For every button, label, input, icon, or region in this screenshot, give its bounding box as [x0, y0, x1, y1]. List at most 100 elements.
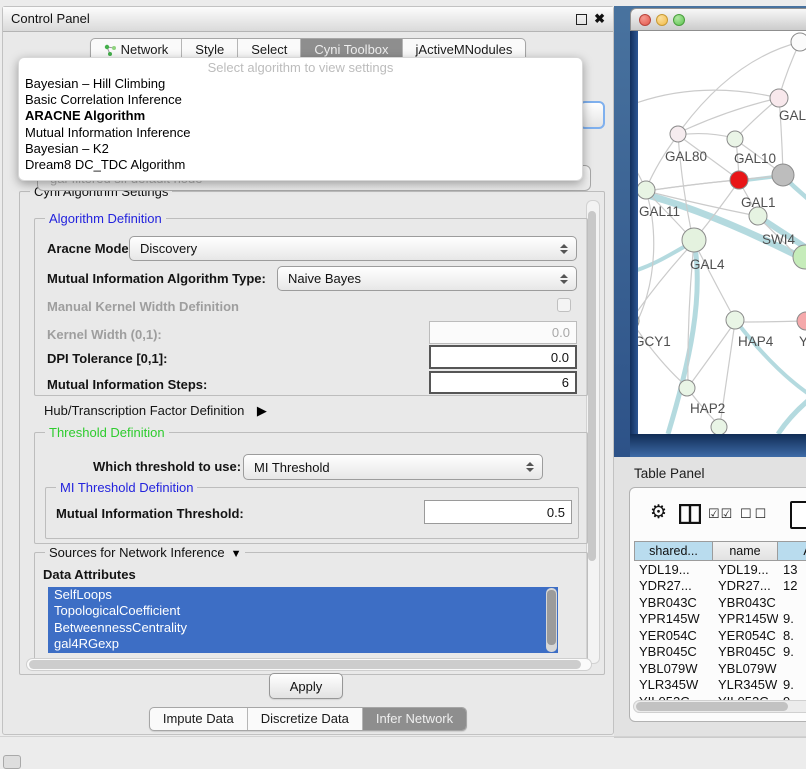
table-cell: YBR043C [634, 594, 713, 611]
network-node[interactable] [797, 312, 806, 330]
network-edge [678, 98, 779, 133]
data-attributes-label: Data Attributes [43, 567, 136, 582]
apply-button[interactable]: Apply [269, 673, 343, 699]
close-icon[interactable]: ✖ [594, 10, 605, 28]
close-traffic-light-icon[interactable] [639, 14, 651, 26]
list-vertical-scrollbar[interactable] [546, 588, 557, 652]
network-graph[interactable]: GALGAL80GAL10GAL1GAL11SWI4GAL4GCY1HAP4YH… [638, 31, 806, 434]
scrollbar-thumb[interactable] [588, 211, 596, 561]
table-row[interactable]: YBR043CYBR043C [634, 594, 806, 611]
new-table-icon[interactable] [790, 501, 806, 529]
network-node[interactable] [682, 228, 706, 252]
table-row[interactable]: YDL19...YDL19...13 [634, 561, 806, 578]
split-columns-icon[interactable] [679, 504, 701, 524]
network-edge [778, 389, 806, 434]
deselect-all-checkboxes-icon[interactable]: ☐☐ [740, 506, 769, 522]
network-node[interactable] [726, 311, 744, 329]
network-window-titlebar[interactable] [630, 8, 806, 31]
mi-steps-field[interactable]: 6 [429, 371, 577, 394]
panel-title: Control Panel [11, 7, 90, 31]
network-node[interactable] [727, 131, 743, 147]
table-cell: YBR043C [713, 594, 778, 611]
network-node[interactable] [730, 171, 748, 189]
column-header-truncated[interactable]: A [778, 541, 806, 561]
table-cell: 13 [778, 561, 806, 578]
cyni-algorithm-settings-group: Cyni Algorithm Settings Algorithm Defini… [19, 191, 605, 675]
aracne-mode-label: Aracne Mode: [47, 241, 133, 256]
tab-impute-data[interactable]: Impute Data [150, 708, 247, 730]
network-node[interactable] [772, 164, 794, 186]
network-node[interactable] [638, 312, 639, 330]
tab-infer-network[interactable]: Infer Network [362, 708, 466, 730]
mi-threshold-field[interactable]: 0.5 [424, 500, 572, 524]
expand-right-icon[interactable]: ▶ [257, 403, 267, 419]
list-item[interactable]: SelfLoops [48, 587, 558, 603]
column-header-shared-name[interactable]: shared... [634, 541, 713, 561]
select-all-checkboxes-icon[interactable]: ☑☑ [708, 506, 733, 522]
table-cell: YDR27... [634, 578, 713, 595]
network-node[interactable] [793, 245, 806, 269]
data-attributes-list[interactable]: SelfLoops TopologicalCoefficient Between… [48, 587, 558, 653]
manual-kernel-width-label: Manual Kernel Width Definition [47, 299, 239, 314]
control-panel-titlebar: Control Panel ✖ [3, 7, 613, 32]
network-node[interactable] [679, 380, 695, 396]
tab-discretize-data[interactable]: Discretize Data [247, 708, 362, 730]
network-node[interactable] [638, 181, 655, 199]
settings-horizontal-scrollbar[interactable] [26, 658, 592, 671]
collapse-down-icon[interactable]: ▼ [231, 547, 242, 562]
scrollbar-thumb[interactable] [636, 702, 788, 711]
control-panel: Control Panel ✖ Network Style Select Cyn… [2, 6, 614, 735]
mi-algorithm-type-label: Mutual Information Algorithm Type: [47, 271, 266, 286]
manual-kernel-width-checkbox[interactable] [557, 298, 571, 312]
table-cell: 9. [778, 611, 806, 628]
network-node[interactable] [711, 419, 727, 434]
minimize-traffic-light-icon[interactable] [656, 14, 668, 26]
gear-icon[interactable]: ⚙ [650, 503, 667, 523]
network-node[interactable] [670, 126, 686, 142]
network-node[interactable] [770, 89, 788, 107]
mi-threshold-definition-title: MI Threshold Definition [56, 480, 197, 495]
table-row[interactable]: YBL079WYBL079W [634, 660, 806, 677]
zoom-traffic-light-icon[interactable] [673, 14, 685, 26]
table-cell: 12 [778, 578, 806, 595]
list-item[interactable]: TopologicalCoefficient [48, 603, 558, 619]
network-node-label: Y [799, 334, 806, 349]
menu-item-dream8[interactable]: Dream8 DC_TDC Algorithm [19, 157, 582, 173]
table-cell: 9. [778, 644, 806, 661]
corner-chip-button[interactable] [3, 755, 21, 769]
network-node[interactable] [791, 33, 806, 51]
menu-item-aracne[interactable]: ARACNE Algorithm [19, 108, 582, 124]
table-cell: YBR045C [713, 644, 778, 661]
scrollbar-thumb[interactable] [29, 660, 581, 669]
mi-algorithm-type-combobox[interactable]: Naive Bayes [277, 266, 577, 291]
which-threshold-combobox[interactable]: MI Threshold [243, 454, 543, 480]
column-header-name[interactable]: name [713, 541, 778, 561]
combo-arrows-icon [560, 274, 568, 284]
list-item[interactable]: BetweennessCentrality [48, 620, 558, 636]
menu-item-basic-correlation[interactable]: Basic Correlation Inference [19, 92, 582, 108]
network-node-label: GAL4 [690, 257, 725, 272]
float-window-icon[interactable] [576, 14, 587, 25]
menu-item-bayesian-k2[interactable]: Bayesian – K2 [19, 141, 582, 157]
table-row[interactable]: YBR045CYBR045C9. [634, 644, 806, 661]
kernel-width-field[interactable]: 0.0 [429, 321, 577, 344]
table-row[interactable]: YLR345WYLR345W9. [634, 677, 806, 694]
network-canvas[interactable]: GALGAL80GAL10GAL1GAL11SWI4GAL4GCY1HAP4YH… [638, 31, 806, 434]
dpi-tolerance-field[interactable]: 0.0 [429, 345, 577, 369]
settings-vertical-scrollbar[interactable] [586, 200, 600, 664]
hub-definition-section[interactable]: Hub/Transcription Factor Definition ▶ [44, 402, 267, 420]
list-item[interactable]: gal4RGexp [48, 636, 558, 652]
network-edge [736, 321, 804, 322]
menu-item-mutual-information[interactable]: Mutual Information Inference [19, 125, 582, 141]
aracne-mode-combobox[interactable]: Discovery [129, 236, 577, 261]
network-node-label: HAP4 [738, 334, 774, 349]
table-row[interactable]: YPR145WYPR145W9. [634, 611, 806, 628]
table-cell: YBL079W [713, 660, 778, 677]
table-cell: YER054C [713, 627, 778, 644]
algorithm-definition-title: Algorithm Definition [45, 211, 166, 226]
table-row[interactable]: YER054CYER054C8. [634, 627, 806, 644]
table-row[interactable]: YDR27...YDR27...12 [634, 578, 806, 595]
table-horizontal-scrollbar[interactable] [633, 700, 806, 713]
menu-item-bayesian-hill-climbing[interactable]: Bayesian – Hill Climbing [19, 76, 582, 92]
scrollbar-thumb[interactable] [547, 590, 556, 645]
